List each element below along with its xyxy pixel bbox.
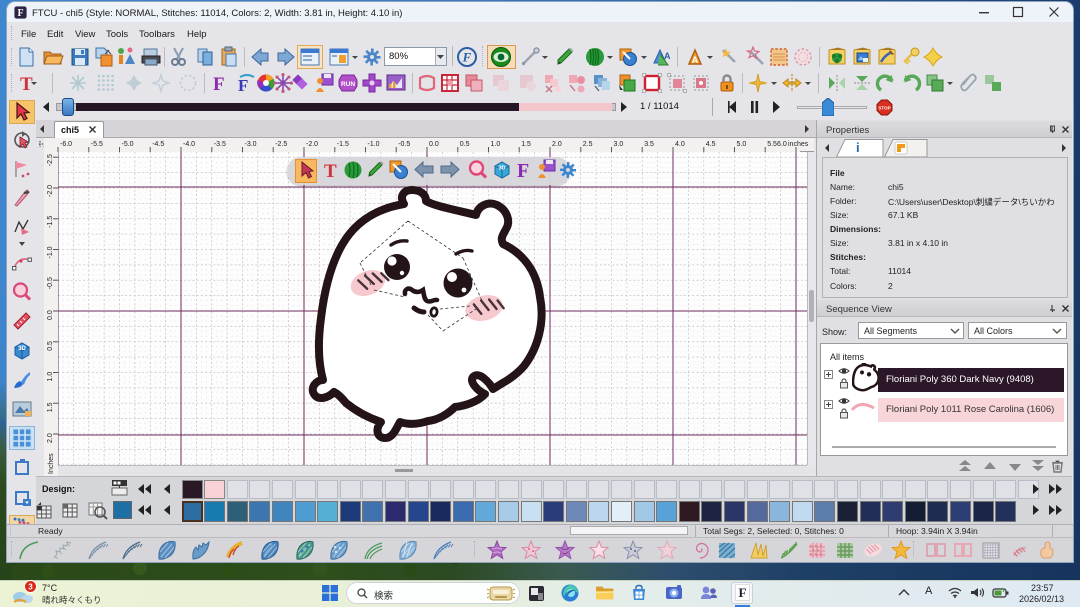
svg-text:0.5: 0.5 (460, 141, 470, 148)
svg-text:STOP: STOP (878, 106, 890, 111)
svg-text:-1.0: -1.0 (368, 141, 380, 148)
svg-text:F: F (517, 160, 529, 181)
svg-text:3.0: 3.0 (614, 141, 624, 148)
svg-text:T: T (324, 161, 337, 180)
svg-text:3: 3 (28, 583, 33, 592)
svg-text:6.0: 6.0 (777, 141, 787, 148)
svg-text:-3.0: -3.0 (245, 141, 257, 148)
svg-text:2.0: 2.0 (47, 433, 54, 443)
svg-text:-5.0: -5.0 (122, 141, 134, 148)
svg-text:0.0: 0.0 (429, 141, 439, 148)
svg-text:-1.5: -1.5 (47, 216, 54, 228)
svg-text:-5.5: -5.5 (91, 141, 103, 148)
svg-text:-2.5: -2.5 (47, 154, 54, 166)
svg-text:2.5: 2.5 (583, 141, 593, 148)
svg-text:F: F (238, 76, 248, 94)
svg-text:F: F (739, 585, 747, 600)
svg-text:-0.5: -0.5 (47, 277, 54, 289)
svg-text:2.0: 2.0 (552, 141, 562, 148)
svg-text:-4.5: -4.5 (152, 141, 164, 148)
svg-text:-6.0: -6.0 (60, 141, 72, 148)
svg-text:5.5: 5.5 (767, 141, 777, 148)
svg-text:F: F (17, 8, 23, 19)
svg-text:inches: inches (788, 141, 809, 148)
svg-text:0.0: 0.0 (47, 310, 54, 320)
svg-text:1.5: 1.5 (521, 141, 531, 148)
svg-text:-1.5: -1.5 (337, 141, 349, 148)
svg-text:-3.5: -3.5 (214, 141, 226, 148)
svg-text:-0.5: -0.5 (398, 141, 410, 148)
svg-text:-2.5: -2.5 (275, 141, 287, 148)
svg-text:3D: 3D (18, 346, 26, 352)
svg-text:0.5: 0.5 (47, 341, 54, 351)
svg-text:1.0: 1.0 (491, 141, 501, 148)
svg-text:-2.0: -2.0 (47, 185, 54, 197)
svg-text:5.0: 5.0 (737, 141, 747, 148)
svg-text:Inches: Inches (48, 453, 55, 474)
svg-text:-1.0: -1.0 (47, 246, 54, 258)
svg-text:1.5: 1.5 (47, 402, 54, 412)
svg-text:4.0: 4.0 (675, 141, 685, 148)
svg-text:RUN: RUN (341, 81, 355, 88)
svg-text:F: F (462, 50, 472, 65)
svg-text:-2.0: -2.0 (306, 141, 318, 148)
svg-text:4.5: 4.5 (706, 141, 716, 148)
svg-text:1.0: 1.0 (47, 372, 54, 382)
svg-text:3.5: 3.5 (644, 141, 654, 148)
svg-text:3D: 3D (498, 166, 505, 172)
svg-text:F: F (213, 74, 225, 94)
svg-text:A: A (664, 51, 671, 61)
svg-text:A: A (692, 55, 699, 65)
svg-text:-4.0: -4.0 (183, 141, 195, 148)
